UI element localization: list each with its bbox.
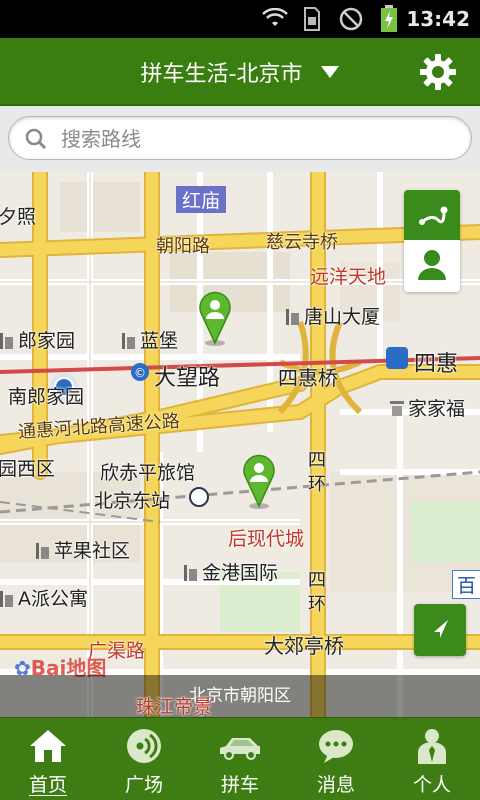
search-input[interactable] xyxy=(61,125,451,153)
gear-icon[interactable] xyxy=(418,52,458,92)
bottom-nav: 首页 广场 拼车 消息 个人 xyxy=(0,717,480,800)
map-label: 大郊亭桥 xyxy=(264,634,344,658)
map-label: 苹果社区 xyxy=(36,536,130,563)
search-icon xyxy=(25,128,47,150)
nav-profile[interactable]: 个人 xyxy=(384,718,480,800)
sim-icon xyxy=(304,7,320,31)
nav-square[interactable]: 广场 xyxy=(96,718,192,800)
car-icon xyxy=(220,738,260,760)
map-label-text: 苹果社区 xyxy=(54,540,131,562)
map-controls xyxy=(404,190,460,292)
map-label-text: 蓝堡 xyxy=(140,330,179,352)
map-label-text: 金港国际 xyxy=(202,562,279,584)
map-label: 朝阳路 xyxy=(156,236,210,257)
person-icon xyxy=(418,250,446,280)
map-pin[interactable] xyxy=(196,287,234,347)
map-label: A派公寓 xyxy=(0,584,88,611)
clock: 13:42 xyxy=(406,7,470,31)
map-label-text: 唐山大厦 xyxy=(304,306,381,328)
city-selector[interactable]: 拼车生活-北京市 xyxy=(0,56,480,88)
nav-label: 消息 xyxy=(316,774,355,796)
map-label: 南郎家园 xyxy=(8,386,85,408)
wifi-icon xyxy=(262,8,288,26)
locate-button[interactable] xyxy=(414,604,466,656)
map-label: 远洋天地 xyxy=(310,266,387,288)
user-icon xyxy=(418,729,446,764)
broadcast-icon xyxy=(127,729,161,763)
person-button[interactable] xyxy=(404,240,460,292)
nav-messages[interactable]: 消息 xyxy=(288,718,384,800)
route-icon xyxy=(419,206,448,225)
map-pin[interactable] xyxy=(240,450,278,510)
page-title: 拼车生活-北京市 xyxy=(140,62,303,87)
locate-arrow-icon xyxy=(434,620,448,638)
map-label: 夕照 xyxy=(0,206,37,228)
home-icon xyxy=(30,730,66,762)
map-label: 园西区 xyxy=(0,458,56,480)
battery-charging-icon xyxy=(381,5,397,32)
map-label: 四 xyxy=(308,450,326,471)
map-label: 后现代城 xyxy=(228,528,305,550)
nav-label: 个人 xyxy=(412,774,451,796)
nav-label: 首页 xyxy=(28,774,67,796)
map-label: 环 xyxy=(308,594,326,615)
map-label: 唐山大厦 xyxy=(286,302,380,329)
app-header: 拼车生活-北京市 xyxy=(0,38,480,106)
search-bar-area xyxy=(0,106,480,172)
map-label: 北京东站 xyxy=(94,490,171,512)
map-label-text: 家家福 xyxy=(408,398,466,420)
map-label: 四 xyxy=(308,570,326,591)
map-label: 郎家园 xyxy=(0,326,75,353)
map-label-text: 郎家园 xyxy=(18,330,76,352)
map-view[interactable]: © 红庙 夕照 朝阳路 慈云寺桥 远洋天地 郎家园 蓝堡 唐山大厦 大望路 四惠… xyxy=(0,172,480,717)
status-bar: 13:42 xyxy=(0,0,480,38)
svg-text:©: © xyxy=(134,366,146,380)
map-label: 环 xyxy=(308,474,326,495)
map-label: 金港国际 xyxy=(184,558,278,585)
district-label: 北京市朝阳区 xyxy=(0,675,480,717)
map-label: 珠江帝景 xyxy=(136,696,213,717)
map-label-text: A派公寓 xyxy=(18,588,88,610)
map-label: 四惠 xyxy=(414,352,459,377)
nav-label: 广场 xyxy=(124,774,163,796)
map-label: 蓝堡 xyxy=(122,326,178,353)
nav-label: 拼车 xyxy=(220,774,259,796)
map-label: 大望路 xyxy=(154,366,221,391)
map-label: 四惠桥 xyxy=(278,366,338,390)
map-label: 欣赤平旅馆 xyxy=(100,462,196,484)
route-button[interactable] xyxy=(404,190,460,240)
map-label: 家家福 xyxy=(390,394,465,421)
map-label: 百 xyxy=(452,570,480,599)
nav-home[interactable]: 首页 xyxy=(0,718,96,800)
no-signal-icon xyxy=(339,7,363,31)
caret-down-icon xyxy=(321,66,340,78)
map-label: 红庙 xyxy=(176,186,227,213)
message-icon xyxy=(319,730,353,763)
map-label: 慈云寺桥 xyxy=(266,232,338,253)
nav-carpool[interactable]: 拼车 xyxy=(192,718,288,800)
search-box[interactable] xyxy=(8,116,472,160)
